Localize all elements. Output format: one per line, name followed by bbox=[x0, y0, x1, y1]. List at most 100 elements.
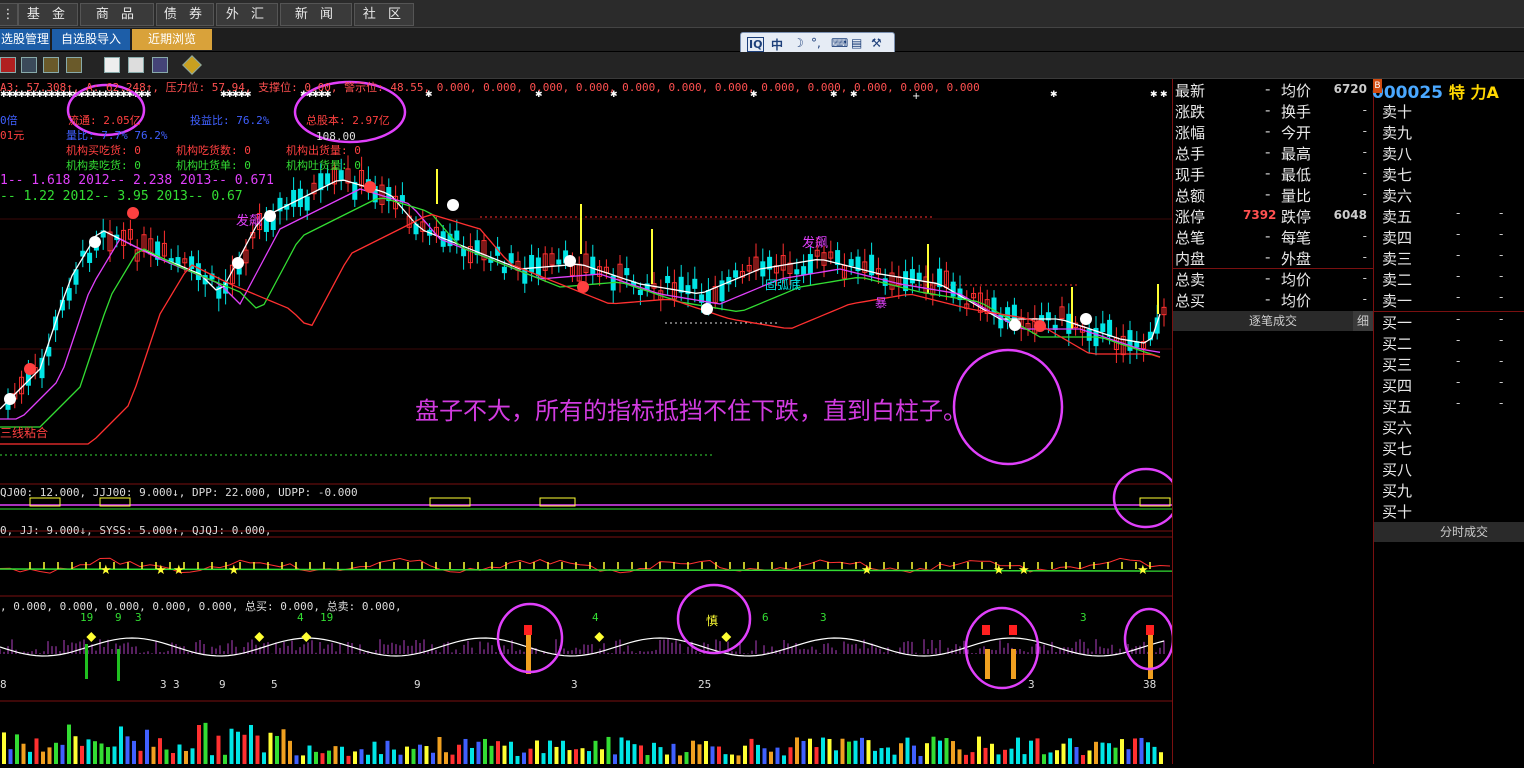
image-icon[interactable] bbox=[21, 57, 37, 73]
sell-level-row[interactable]: 卖一 - - bbox=[1374, 290, 1524, 311]
import-watchlist-button[interactable]: 自选股导入 bbox=[52, 29, 130, 50]
volume-bar bbox=[314, 751, 318, 764]
tab-fund[interactable]: 基 金 bbox=[18, 3, 78, 26]
burst-label: 暴 bbox=[875, 296, 888, 310]
ime-lang-label[interactable]: 中 bbox=[771, 36, 783, 53]
sell-level-row[interactable]: 卖五 - - bbox=[1374, 206, 1524, 227]
tab-forex[interactable]: 外 汇 bbox=[216, 3, 278, 26]
ind3-num: 4 bbox=[297, 611, 304, 624]
trend-icon[interactable] bbox=[43, 57, 59, 73]
tab-commodity[interactable]: 商 品 bbox=[80, 3, 154, 26]
ime-logo-icon[interactable]: IQ bbox=[747, 37, 765, 52]
sell-level-row[interactable]: 卖八 bbox=[1374, 143, 1524, 164]
buy-level-row[interactable]: 买四 - - bbox=[1374, 375, 1524, 396]
volume-bar bbox=[606, 736, 611, 764]
volume-bar bbox=[379, 754, 383, 764]
volume-bar bbox=[990, 743, 994, 764]
volume-bar bbox=[242, 734, 247, 764]
chart-icon[interactable] bbox=[152, 57, 168, 73]
time-trade-bar[interactable]: 分时成交 bbox=[1374, 522, 1524, 542]
buy-level-label: 买二 bbox=[1382, 335, 1413, 353]
volume-bar bbox=[2, 732, 6, 764]
volume-bar bbox=[1120, 739, 1124, 764]
volume-bar bbox=[691, 740, 695, 764]
sell-level-label: 卖七 bbox=[1382, 166, 1413, 184]
punctuation-icon[interactable]: °, bbox=[811, 36, 821, 50]
buy-level-row[interactable]: 买三 - - bbox=[1374, 354, 1524, 375]
tick-trade-bar[interactable]: 逐笔成交 细 bbox=[1173, 311, 1373, 331]
volume-bar bbox=[879, 748, 884, 764]
tick-detail-button[interactable]: 细 bbox=[1353, 311, 1373, 331]
buy-level-row[interactable]: 买九 bbox=[1374, 480, 1524, 501]
buy-level-row[interactable]: 买一 - - bbox=[1374, 312, 1524, 333]
volume-bar bbox=[736, 755, 741, 764]
inst-count-label: 机构吃货数: 0 bbox=[176, 144, 251, 157]
volume-bar bbox=[964, 754, 968, 764]
volume-bar bbox=[119, 726, 123, 764]
candle-body bbox=[556, 259, 562, 265]
quote-row: 最新 - 均价 6720 bbox=[1173, 80, 1373, 101]
buy-level-row[interactable]: 买六 bbox=[1374, 417, 1524, 438]
wrench-icon[interactable]: ⚒ bbox=[871, 36, 882, 50]
volume-bar bbox=[171, 753, 175, 764]
sell-level-row[interactable]: 卖六 bbox=[1374, 185, 1524, 206]
record-icon[interactable] bbox=[0, 57, 16, 73]
face-marker bbox=[4, 393, 16, 405]
moon-icon[interactable]: ☽ bbox=[793, 36, 804, 50]
quote-value: - bbox=[1362, 145, 1367, 159]
volume-bar bbox=[502, 745, 507, 764]
nav-handle[interactable]: ⋮ bbox=[0, 3, 18, 26]
buy-level-row[interactable]: 买十 bbox=[1374, 501, 1524, 522]
keyboard-icon[interactable]: ⌨ bbox=[831, 36, 848, 50]
tab-news[interactable]: 新 闻 bbox=[280, 3, 352, 26]
quote-label: 均价 bbox=[1281, 292, 1312, 310]
top-navigation: ⋮ 基 金 商 品 债 券 外 汇 新 闻 社 区 bbox=[0, 0, 1524, 28]
notes-icon[interactable] bbox=[128, 57, 144, 73]
quote-value: - bbox=[1265, 290, 1271, 308]
volume-bar bbox=[203, 722, 208, 764]
volume-bar bbox=[808, 738, 812, 764]
sell-level-row[interactable]: 卖九 bbox=[1374, 122, 1524, 143]
recent-browse-button[interactable]: 近期浏览 bbox=[132, 29, 212, 50]
volume-bar bbox=[483, 738, 487, 764]
tab-bond[interactable]: 债 券 bbox=[156, 3, 214, 26]
volume-bar bbox=[548, 740, 552, 764]
volume-bar bbox=[827, 738, 832, 764]
sell-level-row[interactable]: 卖十 bbox=[1374, 101, 1524, 122]
sell-level-label: 卖九 bbox=[1382, 124, 1413, 142]
sell-volume: - bbox=[1499, 206, 1504, 220]
buy-level-row[interactable]: 买七 bbox=[1374, 438, 1524, 459]
ind2-star: ★ bbox=[100, 563, 112, 578]
volume-bar bbox=[743, 745, 747, 764]
volume-bar bbox=[385, 740, 390, 764]
navigate-icon[interactable] bbox=[182, 55, 202, 75]
sell-level-row[interactable]: 卖三 - - bbox=[1374, 248, 1524, 269]
stock-management-button[interactable]: 选股管理 bbox=[0, 29, 50, 50]
sell-level-label: 卖二 bbox=[1382, 271, 1413, 289]
quote-row: 总卖 - 均价 - bbox=[1173, 269, 1373, 290]
face-marker bbox=[127, 207, 139, 219]
candle-body bbox=[66, 288, 72, 301]
buy-volume: - bbox=[1499, 396, 1504, 410]
buy-level-row[interactable]: 买二 - - bbox=[1374, 333, 1524, 354]
skin-icon[interactable]: ▤ bbox=[851, 36, 862, 50]
sell-level-row[interactable]: 卖四 - - bbox=[1374, 227, 1524, 248]
quote-label: 现手 bbox=[1175, 166, 1206, 184]
volume-bar bbox=[957, 749, 962, 764]
buy-level-row[interactable]: 买八 bbox=[1374, 459, 1524, 480]
draw-icon[interactable] bbox=[66, 57, 82, 73]
volume-bar bbox=[1139, 737, 1144, 764]
volume-bar bbox=[873, 750, 877, 764]
calendar-icon[interactable] bbox=[104, 57, 120, 73]
volume-bar bbox=[262, 752, 266, 764]
sell-level-row[interactable]: 卖七 bbox=[1374, 164, 1524, 185]
sell-level-row[interactable]: 卖二 - - bbox=[1374, 269, 1524, 290]
stock-code: 000025 bbox=[1372, 83, 1443, 103]
volume-ratio-label: 量比: 7.7% 76.2% bbox=[66, 129, 168, 142]
buy-level-row[interactable]: 买五 - - bbox=[1374, 396, 1524, 417]
tab-community[interactable]: 社 区 bbox=[354, 3, 414, 26]
ind3-orange-bar bbox=[985, 649, 990, 679]
ind3-low-num: 3 bbox=[160, 678, 167, 691]
indicator1-header: QJ00: 12.000, JJJ00: 9.000↓, DPP: 22.000… bbox=[0, 486, 358, 499]
volume-bar bbox=[255, 735, 260, 764]
